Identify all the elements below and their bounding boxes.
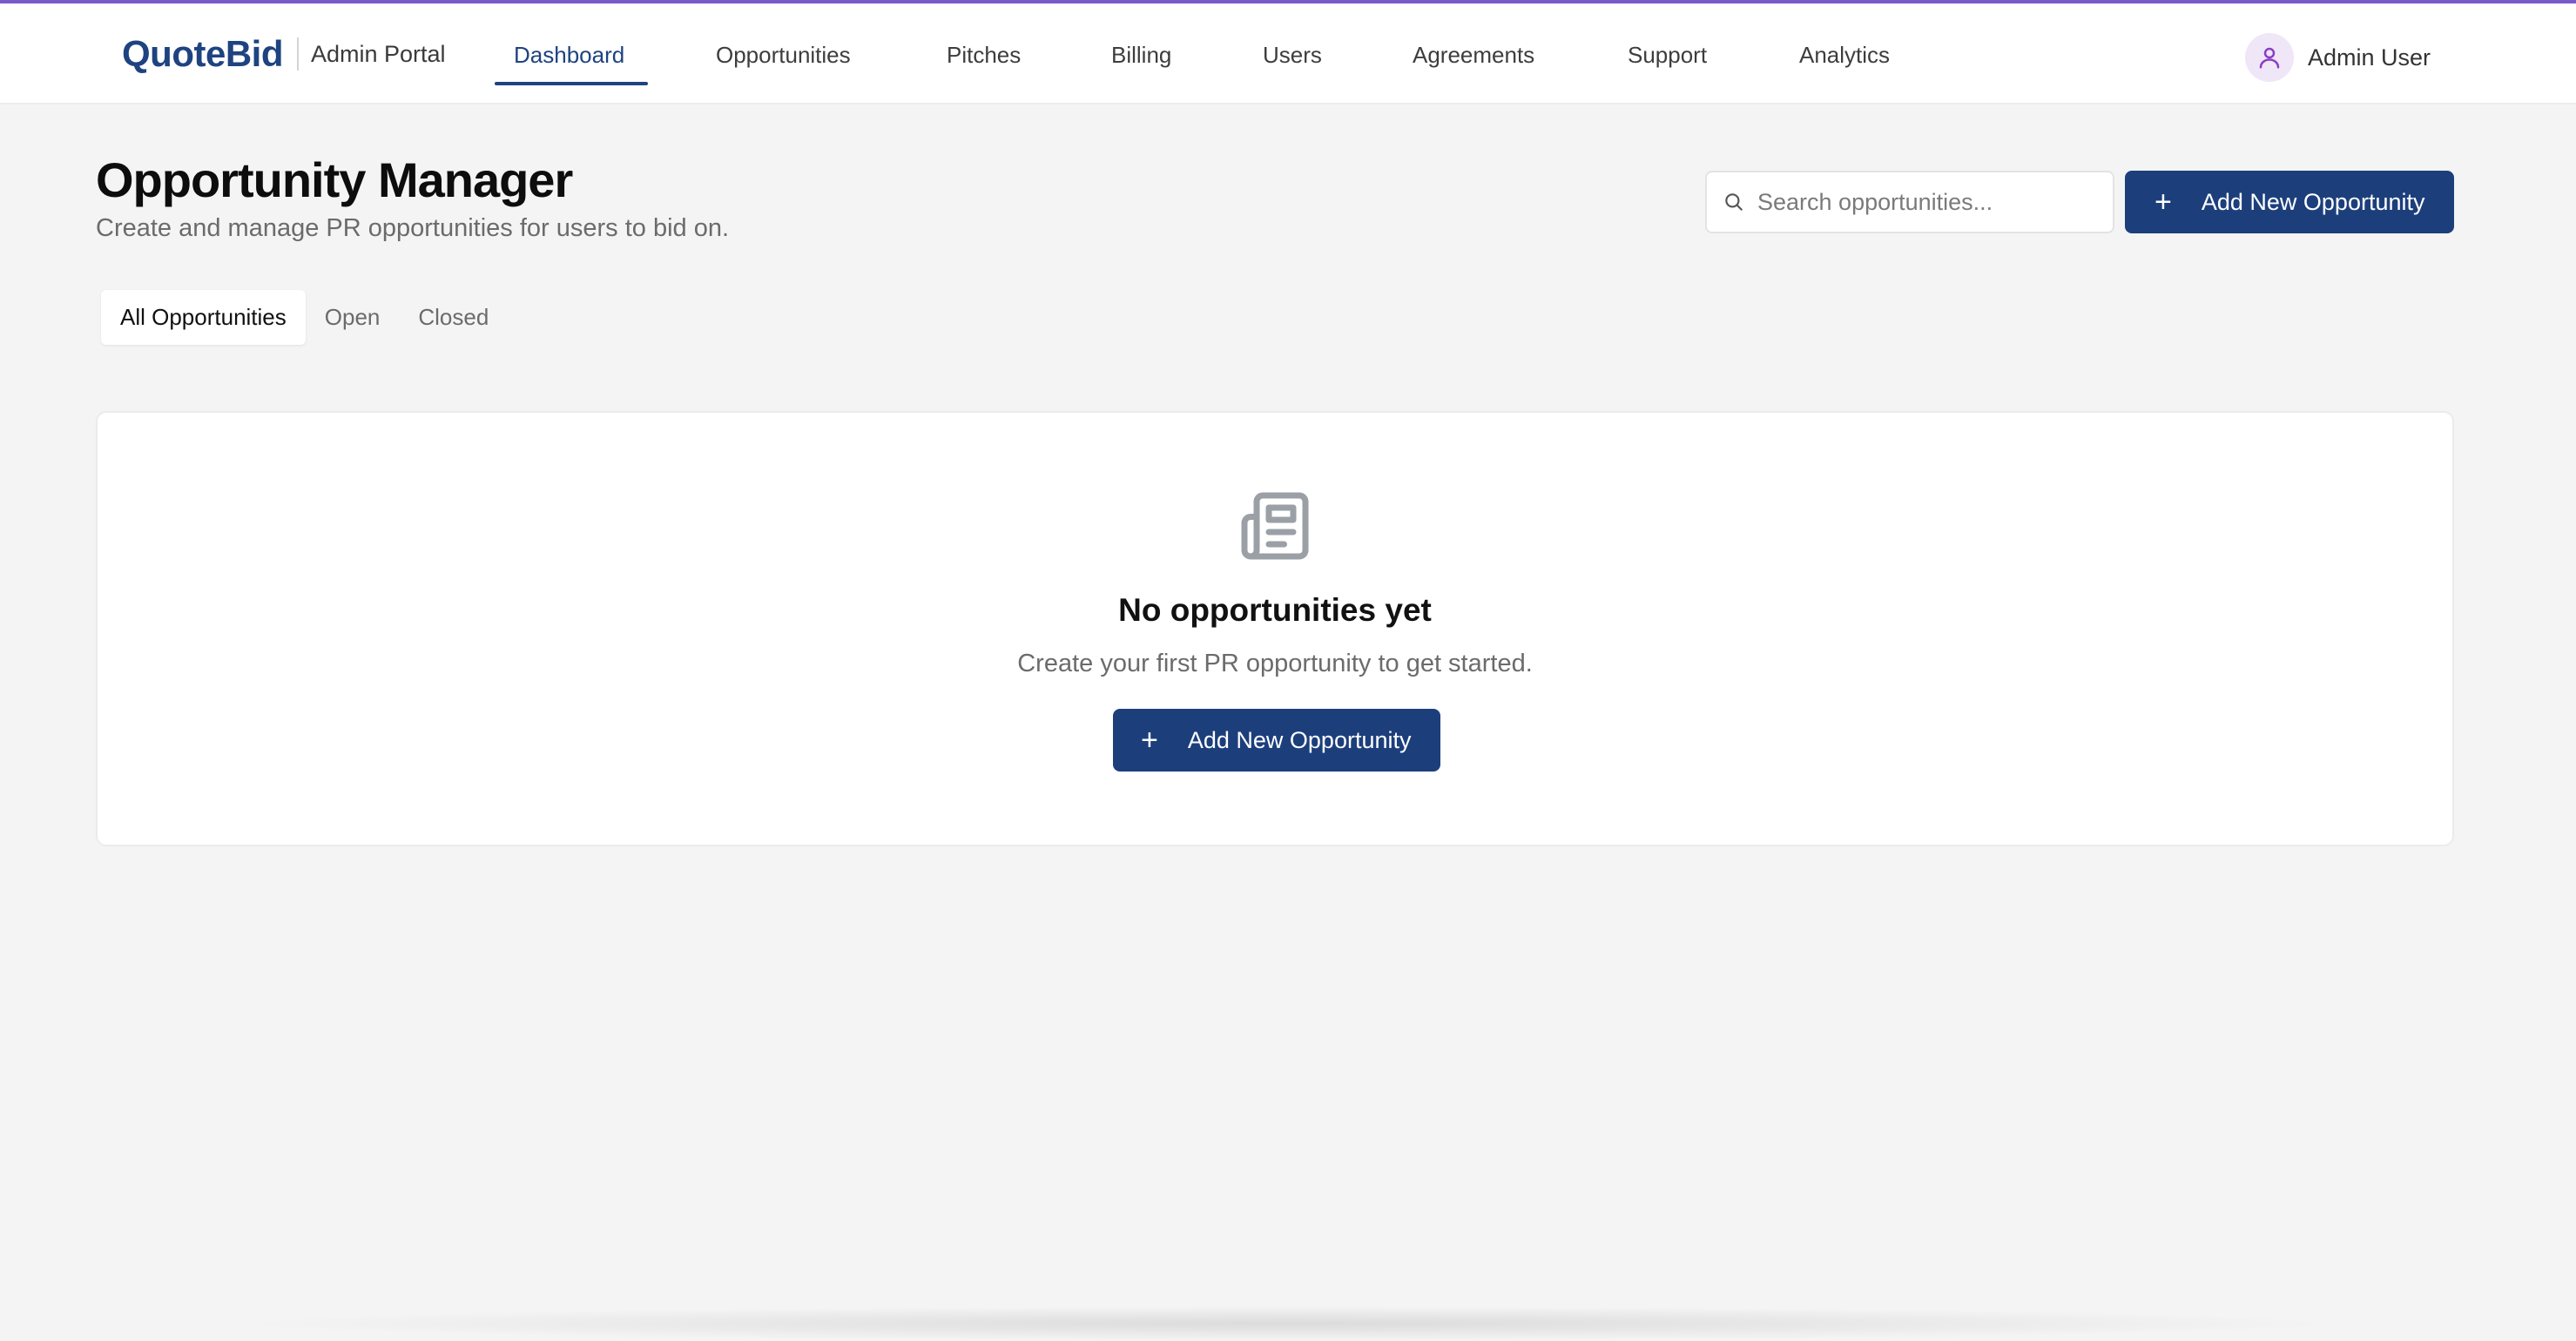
add-new-opportunity-button[interactable]: + Add New Opportunity xyxy=(2125,171,2454,233)
page-subtitle: Create and manage PR opportunities for u… xyxy=(96,214,730,242)
tab-closed[interactable]: Closed xyxy=(399,290,508,345)
add-new-opportunity-label: Add New Opportunity xyxy=(2201,188,2425,215)
empty-state-card: No opportunities yet Create your first P… xyxy=(96,411,2454,846)
search-box[interactable] xyxy=(1705,171,2114,233)
nav-item-support[interactable]: Support xyxy=(1628,42,1707,69)
tab-all-opportunities[interactable]: All Opportunities xyxy=(101,289,306,345)
user-menu[interactable]: Admin User xyxy=(2245,33,2431,82)
plus-icon: + xyxy=(1141,724,1158,757)
tab-open[interactable]: Open xyxy=(306,290,400,345)
brand-divider xyxy=(296,37,299,71)
nav-item-opportunities[interactable]: Opportunities xyxy=(716,42,851,69)
nav-item-users[interactable]: Users xyxy=(1263,42,1322,69)
empty-state-title: No opportunities yet xyxy=(1118,592,1432,628)
empty-add-new-opportunity-label: Add New Opportunity xyxy=(1187,726,1412,753)
user-name[interactable]: Admin User xyxy=(2308,44,2431,71)
admin-portal-label: Admin Portal xyxy=(310,40,446,67)
opportunity-tabs: All Opportunities Open Closed xyxy=(96,287,513,347)
top-navigation-bar: QuoteBid Admin Portal Dashboard Opportun… xyxy=(0,0,2576,104)
nav-item-billing[interactable]: Billing xyxy=(1111,42,1171,69)
search-icon xyxy=(1725,193,1743,211)
avatar[interactable] xyxy=(2245,33,2294,82)
empty-add-new-opportunity-button[interactable]: + Add New Opportunity xyxy=(1113,709,1440,772)
quotebid-logo[interactable]: QuoteBid xyxy=(122,33,283,75)
search-input[interactable] xyxy=(1757,188,2088,216)
nav-item-analytics[interactable]: Analytics xyxy=(1799,42,1890,69)
bottom-shadow xyxy=(226,1306,2351,1341)
active-nav-indicator xyxy=(495,82,648,85)
empty-state-description: Create your first PR opportunity to get … xyxy=(1017,650,1533,677)
newspaper-icon xyxy=(1241,492,1309,560)
nav-item-agreements[interactable]: Agreements xyxy=(1413,42,1534,69)
user-icon xyxy=(2259,47,2280,69)
page-title: Opportunity Manager xyxy=(96,152,573,207)
nav-item-pitches[interactable]: Pitches xyxy=(947,42,1021,69)
plus-icon: + xyxy=(2155,185,2172,219)
nav-item-dashboard[interactable]: Dashboard xyxy=(514,42,624,69)
brand[interactable]: QuoteBid Admin Portal xyxy=(122,33,446,75)
